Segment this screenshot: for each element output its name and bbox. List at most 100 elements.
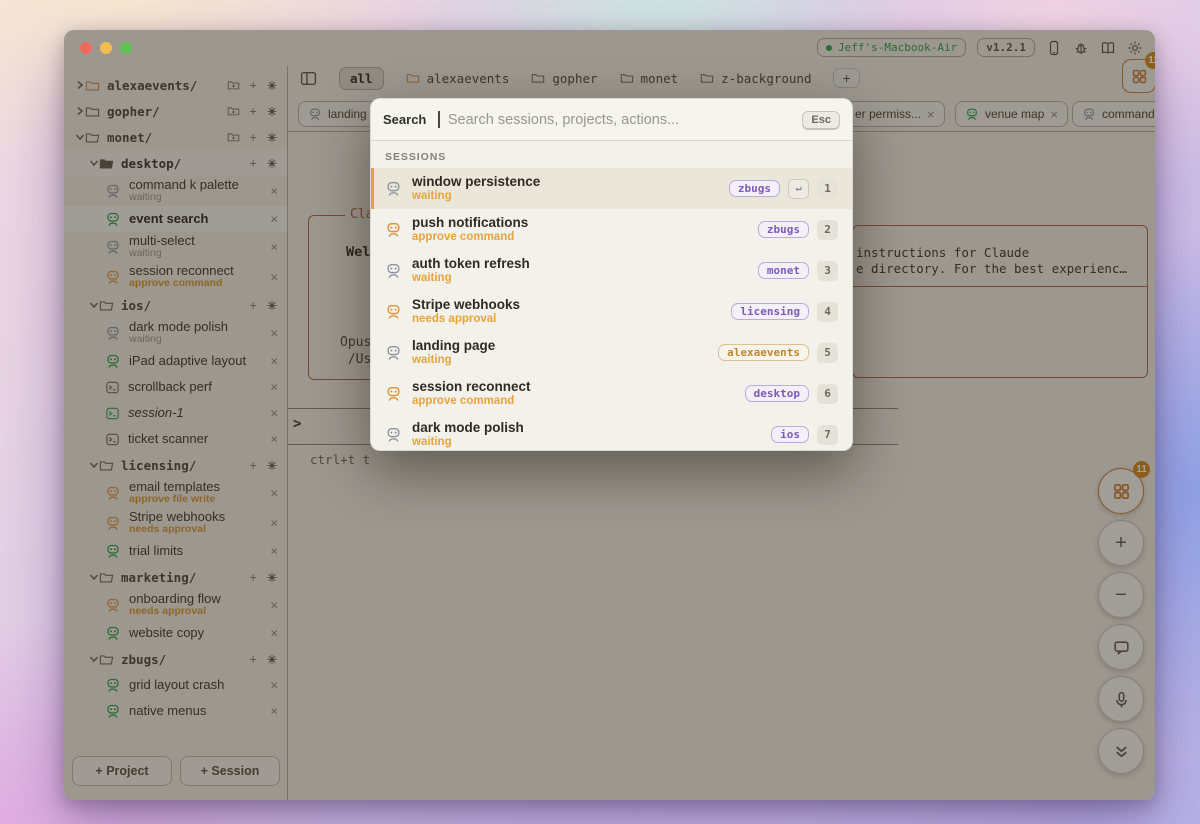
close-icon[interactable]: × — [927, 108, 935, 121]
tab-alexaevents[interactable]: alexaevents — [406, 71, 510, 86]
search-result-row[interactable]: session reconnectapprove command desktop… — [371, 373, 852, 414]
search-result-row[interactable]: push notificationsapprove command zbugs … — [371, 209, 852, 250]
search-input[interactable] — [448, 112, 795, 128]
sidebar-toggle-icon[interactable] — [300, 70, 317, 87]
burst-icon[interactable] — [266, 571, 278, 583]
session-row[interactable]: website copy × — [64, 620, 287, 646]
gear-icon[interactable] — [1127, 40, 1143, 56]
session-tab-venue-map[interactable]: venue map × — [955, 101, 1068, 127]
session-grid-float-button[interactable]: 11 — [1098, 468, 1144, 514]
terminal-row[interactable]: ticket scanner × — [64, 426, 287, 452]
session-grid-button[interactable]: 11 — [1122, 59, 1155, 93]
burst-icon[interactable] — [266, 299, 278, 311]
close-icon[interactable]: × — [270, 679, 278, 692]
close-icon[interactable]: × — [270, 407, 278, 420]
session-row[interactable]: onboarding flowneeds approval × — [64, 590, 287, 620]
tab-all[interactable]: all — [339, 67, 384, 90]
close-icon[interactable]: × — [270, 517, 278, 530]
close-window-button[interactable] — [80, 42, 92, 54]
close-icon[interactable]: × — [270, 627, 278, 640]
close-icon[interactable]: × — [270, 241, 278, 254]
session-row[interactable]: iPad adaptive layout × — [64, 348, 287, 374]
close-icon[interactable]: × — [270, 213, 278, 226]
close-icon[interactable]: × — [1050, 108, 1058, 121]
close-icon[interactable]: × — [270, 487, 278, 500]
new-folder-icon[interactable] — [227, 131, 240, 144]
search-result-row[interactable]: Stripe webhooksneeds approval licensing … — [371, 291, 852, 332]
chevron-down-icon[interactable] — [89, 654, 99, 664]
mic-button[interactable] — [1098, 676, 1144, 722]
burst-icon[interactable] — [266, 157, 278, 169]
burst-icon[interactable] — [266, 131, 278, 143]
session-row[interactable]: native menus × — [64, 698, 287, 724]
session-row[interactable]: command k palettewaiting × — [64, 176, 287, 206]
add-session-icon[interactable]: + — [249, 131, 257, 144]
session-row[interactable]: session reconnectapprove command × — [64, 262, 287, 292]
add-project-button[interactable]: + Project — [72, 756, 172, 786]
folder-row-ios[interactable]: ios/ + — [64, 292, 287, 318]
add-tab-button[interactable]: + — [833, 68, 859, 88]
close-icon[interactable]: × — [270, 705, 278, 718]
close-icon[interactable]: × — [270, 599, 278, 612]
add-session-button[interactable]: + Session — [180, 756, 280, 786]
session-row[interactable]: multi-selectwaiting × — [64, 232, 287, 262]
zoom-in-button[interactable]: + — [1098, 520, 1144, 566]
burst-icon[interactable] — [266, 459, 278, 471]
bug-icon[interactable] — [1073, 40, 1089, 56]
minimize-window-button[interactable] — [100, 42, 112, 54]
terminal-row[interactable]: session-1 × — [64, 400, 287, 426]
chevron-right-icon[interactable] — [75, 106, 85, 116]
add-session-icon[interactable]: + — [249, 459, 257, 472]
burst-icon[interactable] — [266, 653, 278, 665]
zoom-out-button[interactable]: − — [1098, 572, 1144, 618]
add-session-icon[interactable]: + — [249, 653, 257, 666]
scroll-bottom-button[interactable] — [1098, 728, 1144, 774]
session-row[interactable]: trial limits × — [64, 538, 287, 564]
new-folder-icon[interactable] — [227, 79, 240, 92]
close-icon[interactable]: × — [270, 327, 278, 340]
zoom-window-button[interactable] — [120, 42, 132, 54]
close-icon[interactable]: × — [270, 185, 278, 198]
burst-icon[interactable] — [266, 79, 278, 91]
chevron-down-icon[interactable] — [75, 132, 85, 142]
folder-row-marketing[interactable]: marketing/ + — [64, 564, 287, 590]
chevron-right-icon[interactable] — [75, 80, 85, 90]
project-row-monet[interactable]: monet/ + — [64, 124, 287, 150]
folder-row-zbugs[interactable]: zbugs/ + — [64, 646, 287, 672]
close-icon[interactable]: × — [270, 433, 278, 446]
add-session-icon[interactable]: + — [249, 105, 257, 118]
terminal-row[interactable]: scrollback perf × — [64, 374, 287, 400]
search-result-row[interactable]: dark mode polishwaiting ios 7 — [371, 414, 852, 451]
tab-gopher[interactable]: gopher — [531, 71, 597, 86]
new-folder-icon[interactable] — [227, 105, 240, 118]
phone-icon[interactable] — [1046, 40, 1062, 56]
machine-status-pill[interactable]: Jeff's-Macbook-Air — [817, 38, 966, 57]
tab-z-background[interactable]: z-background — [700, 71, 811, 86]
tab-monet[interactable]: monet — [620, 71, 679, 86]
chevron-down-icon[interactable] — [89, 572, 99, 582]
folder-row-desktop[interactable]: desktop/ + — [64, 150, 287, 176]
add-session-icon[interactable]: + — [249, 79, 257, 92]
close-icon[interactable]: × — [270, 381, 278, 394]
session-row[interactable]: grid layout crash × — [64, 672, 287, 698]
project-row-gopher[interactable]: gopher/ + — [64, 98, 287, 124]
book-icon[interactable] — [1100, 40, 1116, 56]
chevron-down-icon[interactable] — [89, 300, 99, 310]
session-tab-command[interactable]: command — [1072, 101, 1155, 127]
burst-icon[interactable] — [266, 105, 278, 117]
session-row[interactable]: Stripe webhooksneeds approval × — [64, 508, 287, 538]
project-row-alexaevents[interactable]: alexaevents/ + — [64, 72, 287, 98]
chat-button[interactable] — [1098, 624, 1144, 670]
session-row[interactable]: email templatesapprove file write × — [64, 478, 287, 508]
folder-row-licensing[interactable]: licensing/ + — [64, 452, 287, 478]
chevron-down-icon[interactable] — [89, 158, 99, 168]
search-result-row[interactable]: window persistencewaiting zbugs ↵ 1 — [371, 168, 852, 209]
close-icon[interactable]: × — [270, 271, 278, 284]
session-row-selected[interactable]: event search × — [64, 206, 287, 232]
esc-key-badge[interactable]: Esc — [802, 111, 840, 129]
search-result-row[interactable]: auth token refreshwaiting monet 3 — [371, 250, 852, 291]
chevron-down-icon[interactable] — [89, 460, 99, 470]
search-result-row[interactable]: landing pagewaiting alexaevents 5 — [371, 332, 852, 373]
close-icon[interactable]: × — [270, 355, 278, 368]
session-row[interactable]: dark mode polishwaiting × — [64, 318, 287, 348]
